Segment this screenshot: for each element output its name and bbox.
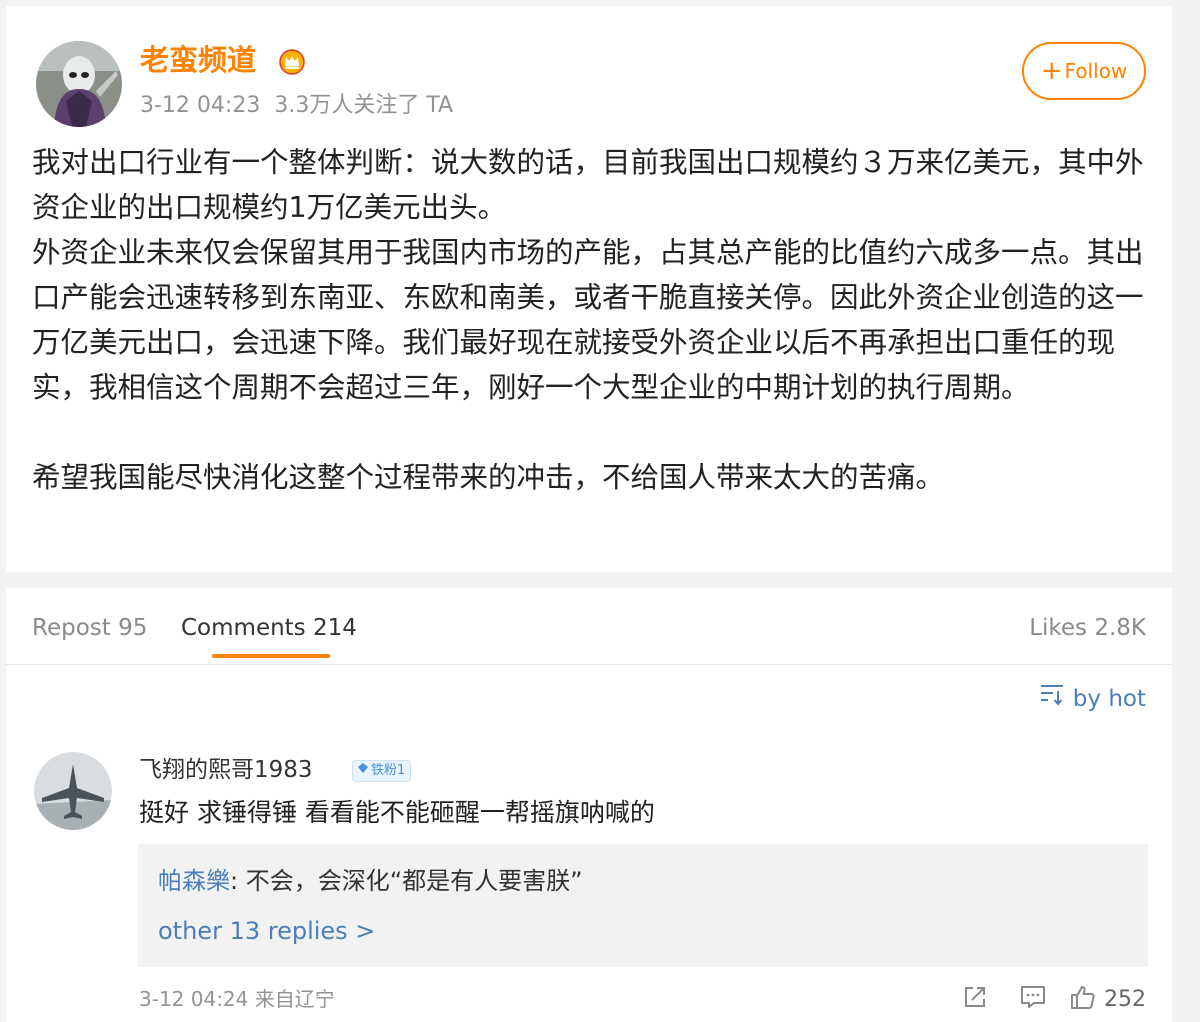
active-tab-indicator	[212, 654, 330, 658]
follow-label: Follow	[1064, 59, 1128, 83]
crown-icon	[278, 48, 306, 76]
author-name[interactable]: 老蛮频道	[140, 40, 256, 80]
sort-label: by hot	[1072, 685, 1146, 712]
post-paragraph: 我对出口行业有一个整体判断：说大数的话，目前我国出口规模约３万来亿美元，其中外资…	[32, 146, 1144, 224]
fan-badge-label: 铁粉1	[371, 763, 406, 778]
post-followers: 3.3万人关注了 TA	[274, 93, 454, 118]
reply-text: : 不会，会深化“都是有人要害朕”	[230, 867, 583, 895]
tab-comments[interactable]: Comments 214	[181, 612, 357, 644]
like-button[interactable]: 252	[1062, 982, 1146, 1016]
more-replies-link[interactable]: other 13 replies >	[158, 914, 375, 948]
like-count: 252	[1104, 986, 1146, 1012]
author-avatar-image	[36, 41, 122, 127]
sort-by-hot-button[interactable]: by hot	[1039, 682, 1146, 715]
post-paragraph	[32, 410, 1152, 455]
sort-icon	[1039, 682, 1065, 715]
tab-repost[interactable]: Repost 95	[32, 612, 147, 644]
comments-section: Repost 95 Comments 214 Likes 2.8K by hot…	[6, 588, 1172, 1022]
share-button[interactable]	[946, 982, 1004, 1016]
comment-icon	[1020, 985, 1046, 1013]
author-avatar[interactable]	[36, 41, 122, 127]
thumbs-up-icon	[1070, 984, 1096, 1014]
post-card: 老蛮频道 3-12 04:23 3.3万人关注了 TA + Follow 我对出口…	[6, 6, 1172, 572]
commenter-name[interactable]: 飞翔的熙哥1983	[139, 754, 313, 786]
comment-timestamp: 3-12 04:24	[139, 987, 249, 1011]
tab-likes[interactable]: Likes 2.8K	[1029, 612, 1146, 644]
post-paragraph: 希望我国能尽快消化这整个过程带来的冲击，不给国人带来太大的苦痛。	[32, 461, 945, 494]
post-body: 我对出口行业有一个整体判断：说大数的话，目前我国出口规模约３万来亿美元，其中外资…	[32, 140, 1152, 500]
diamond-icon	[357, 761, 369, 781]
reply-line: 帕森樂: 不会，会深化“都是有人要害朕”	[158, 864, 583, 898]
comment-meta: 3-12 04:24 来自辽宁	[139, 984, 335, 1014]
post-paragraph: 外资企业未来仅会保留其用于我国内市场的产能，占其总产能的比值约六成多一点。其出口…	[32, 236, 1144, 404]
comment-text: 挺好 求锤得锤 看看能不能砸醒一帮摇旗呐喊的	[139, 798, 655, 827]
plus-icon: +	[1040, 56, 1063, 86]
tabs-divider	[6, 664, 1172, 665]
fan-badge: 铁粉1	[352, 760, 412, 782]
reply-preview[interactable]: 帕森樂: 不会，会深化“都是有人要害朕” other 13 replies >	[138, 844, 1148, 967]
comment-actions: 252	[946, 982, 1146, 1016]
share-icon	[963, 985, 987, 1013]
post-timestamp: 3-12 04:23	[140, 93, 261, 118]
commenter-avatar-image	[34, 752, 112, 830]
commenter-avatar[interactable]	[34, 752, 112, 830]
follow-button[interactable]: + Follow	[1022, 42, 1146, 100]
post-meta: 3-12 04:23 3.3万人关注了 TA	[140, 90, 453, 122]
comment-location: 来自辽宁	[254, 987, 335, 1011]
reply-username[interactable]: 帕森樂	[158, 867, 230, 895]
comment-button[interactable]	[1004, 982, 1062, 1016]
